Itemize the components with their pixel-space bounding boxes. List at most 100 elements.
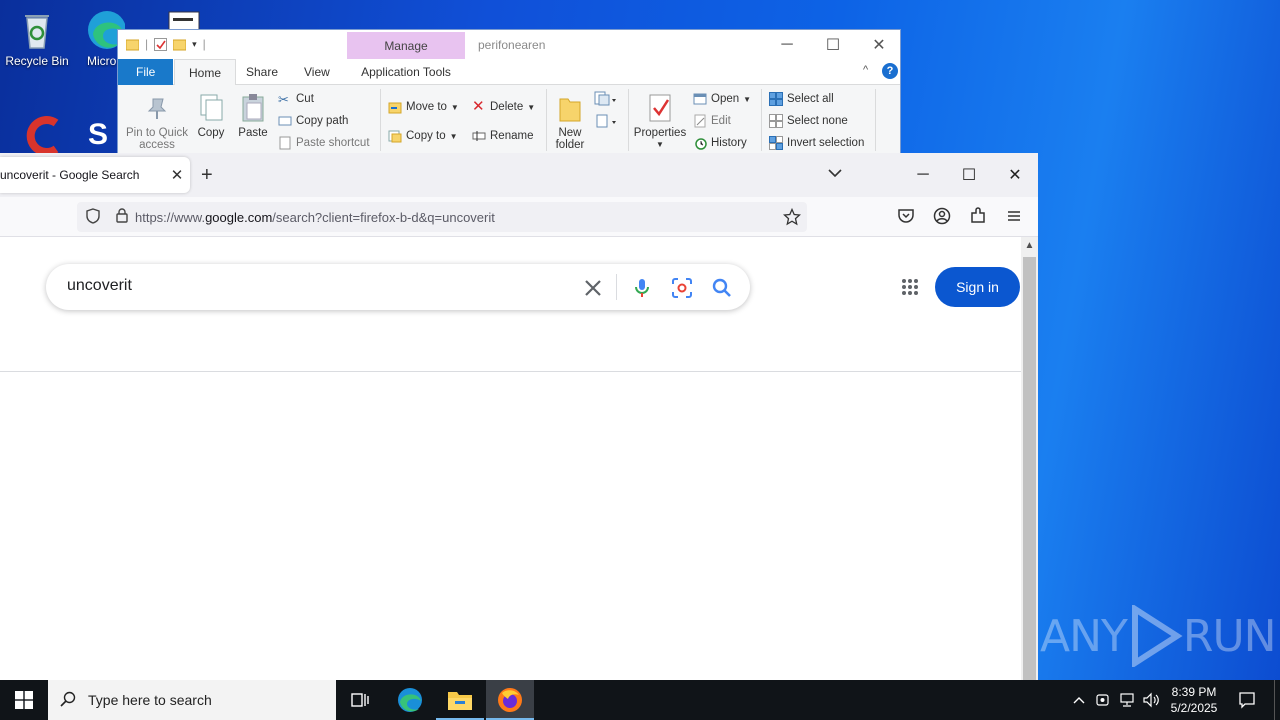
paste-shortcut-button[interactable]: Paste shortcut bbox=[278, 134, 370, 152]
scroll-up-arrow-icon[interactable]: ▲ bbox=[1021, 237, 1038, 254]
easy-access-icon[interactable] bbox=[594, 113, 618, 129]
edit-icon bbox=[693, 114, 707, 128]
manage-tab[interactable]: Manage bbox=[347, 32, 465, 59]
paste-shortcut-label: Paste shortcut bbox=[296, 137, 370, 149]
minimize-button[interactable]: ─ bbox=[900, 153, 946, 197]
close-tab-icon[interactable]: ✕ bbox=[164, 166, 190, 184]
minimize-button[interactable]: ─ bbox=[764, 30, 810, 59]
header-divider bbox=[0, 371, 1021, 372]
invert-selection-button[interactable]: Invert selection bbox=[769, 134, 864, 152]
tab-view[interactable]: View bbox=[290, 59, 344, 85]
scrollbar-thumb[interactable] bbox=[1023, 257, 1036, 680]
system-clock[interactable]: 8:39 PM 5/2/2025 bbox=[1163, 684, 1225, 716]
clock-date: 5/2/2025 bbox=[1170, 701, 1218, 715]
collapse-ribbon-icon[interactable]: ^ bbox=[863, 64, 868, 76]
ccleaner-icon[interactable] bbox=[20, 115, 64, 156]
pin-to-quick-access-button[interactable]: Pin to Quick access bbox=[124, 93, 190, 151]
delete-x-icon: ✕ bbox=[472, 98, 485, 115]
document-icon[interactable] bbox=[165, 8, 205, 31]
select-all-button[interactable]: Select all bbox=[769, 90, 834, 108]
properties-check-icon[interactable] bbox=[154, 37, 168, 51]
url-path: /search?client=firefox-b-d&q=uncoverit bbox=[272, 209, 495, 225]
tab-title: uncoverit - Google Search bbox=[0, 168, 140, 182]
tab-home[interactable]: Home bbox=[174, 59, 237, 86]
new-folder-button[interactable]: New folder bbox=[550, 93, 590, 151]
move-to-label: Move to bbox=[406, 101, 447, 113]
google-apps-icon[interactable] bbox=[901, 278, 919, 296]
edit-button[interactable]: Edit bbox=[693, 112, 731, 130]
clear-search-icon[interactable] bbox=[581, 276, 605, 300]
copy-path-button[interactable]: Copy path bbox=[278, 112, 348, 130]
watermark-left-text: ANY bbox=[1040, 610, 1128, 662]
volume-icon[interactable] bbox=[1141, 680, 1161, 720]
delete-button[interactable]: ✕ Delete ▼ bbox=[472, 98, 535, 116]
taskbar-edge[interactable] bbox=[386, 680, 434, 720]
taskbar-file-explorer[interactable] bbox=[436, 680, 484, 720]
list-all-tabs-icon[interactable] bbox=[828, 165, 842, 181]
show-hidden-icons-chevron-icon[interactable] bbox=[1070, 680, 1088, 720]
help-icon[interactable]: ? bbox=[882, 63, 898, 79]
google-search-box[interactable]: uncoverit bbox=[46, 264, 750, 310]
qat-dropdown-icon[interactable]: ▾ bbox=[192, 39, 197, 50]
browser-tab-active[interactable]: uncoverit - Google Search ✕ bbox=[0, 157, 190, 193]
network-icon[interactable] bbox=[1117, 680, 1137, 720]
account-icon[interactable] bbox=[932, 207, 952, 227]
new-tab-button[interactable]: + bbox=[201, 164, 213, 187]
show-desktop-button[interactable] bbox=[1274, 680, 1280, 720]
edge-icon bbox=[398, 688, 422, 712]
desktop-icon-label: Recycle Bin bbox=[5, 54, 69, 68]
meet-now-icon[interactable] bbox=[1094, 680, 1112, 720]
history-button[interactable]: History bbox=[693, 134, 747, 152]
url-text: https://www.google.com/search?client=fir… bbox=[135, 210, 495, 225]
paste-shortcut-icon bbox=[278, 136, 292, 150]
open-icon bbox=[693, 92, 707, 106]
paste-button[interactable]: Paste bbox=[234, 93, 272, 139]
taskbar-search-box[interactable]: Type here to search bbox=[48, 680, 336, 720]
cut-button[interactable]: ✂ Cut bbox=[278, 90, 314, 108]
bookmark-star-icon[interactable] bbox=[782, 207, 802, 229]
notifications-icon[interactable] bbox=[1236, 680, 1258, 720]
extensions-icon[interactable] bbox=[968, 207, 988, 227]
dropdown-icon: ▼ bbox=[450, 102, 459, 112]
pocket-icon[interactable] bbox=[896, 207, 916, 227]
search-query[interactable]: uncoverit bbox=[67, 277, 132, 295]
search-icon[interactable] bbox=[710, 276, 734, 300]
vertical-scrollbar[interactable]: ▲ bbox=[1021, 237, 1038, 680]
taskbar-firefox[interactable] bbox=[486, 680, 534, 720]
tab-share[interactable]: Share bbox=[232, 59, 292, 85]
tab-file[interactable]: File bbox=[118, 59, 174, 85]
maximize-button[interactable]: ☐ bbox=[810, 30, 856, 59]
properties-button[interactable]: Properties ▼ bbox=[632, 93, 688, 151]
task-view-icon bbox=[351, 693, 369, 707]
tab-application-tools[interactable]: Application Tools bbox=[347, 59, 465, 85]
copy-to-button[interactable]: Copy to ▼ bbox=[388, 127, 458, 145]
new-item-icon[interactable] bbox=[594, 91, 618, 107]
skype-icon[interactable]: S bbox=[88, 118, 118, 153]
search-icon bbox=[48, 691, 88, 710]
move-to-button[interactable]: Move to ▼ bbox=[388, 98, 459, 116]
new-folder-icon[interactable] bbox=[173, 38, 187, 51]
scissors-icon: ✂ bbox=[278, 92, 289, 107]
start-button[interactable] bbox=[0, 680, 48, 720]
rename-icon bbox=[472, 129, 486, 143]
ribbon-separator bbox=[761, 89, 762, 151]
task-view-button[interactable] bbox=[336, 680, 384, 720]
dropdown-icon: ▼ bbox=[656, 140, 664, 149]
lens-search-icon[interactable] bbox=[670, 276, 694, 300]
rename-button[interactable]: Rename bbox=[472, 127, 533, 145]
open-button[interactable]: Open ▼ bbox=[693, 90, 751, 108]
sign-in-button[interactable]: Sign in bbox=[935, 267, 1020, 307]
copy-icon bbox=[197, 93, 225, 123]
tracking-protection-shield-icon[interactable] bbox=[77, 207, 109, 227]
maximize-button[interactable]: ☐ bbox=[946, 153, 992, 197]
desktop-icon-recycle-bin[interactable]: Recycle Bin bbox=[0, 8, 74, 68]
close-button[interactable]: ✕ bbox=[992, 153, 1038, 197]
lock-icon[interactable] bbox=[109, 208, 135, 226]
new-folder-icon bbox=[556, 93, 584, 123]
menu-hamburger-icon[interactable] bbox=[1004, 207, 1024, 227]
url-bar[interactable]: https://www.google.com/search?client=fir… bbox=[77, 202, 807, 232]
voice-search-icon[interactable] bbox=[630, 276, 654, 300]
close-button[interactable]: ✕ bbox=[856, 30, 902, 59]
select-none-button[interactable]: Select none bbox=[769, 112, 848, 130]
copy-button[interactable]: Copy bbox=[194, 93, 228, 139]
